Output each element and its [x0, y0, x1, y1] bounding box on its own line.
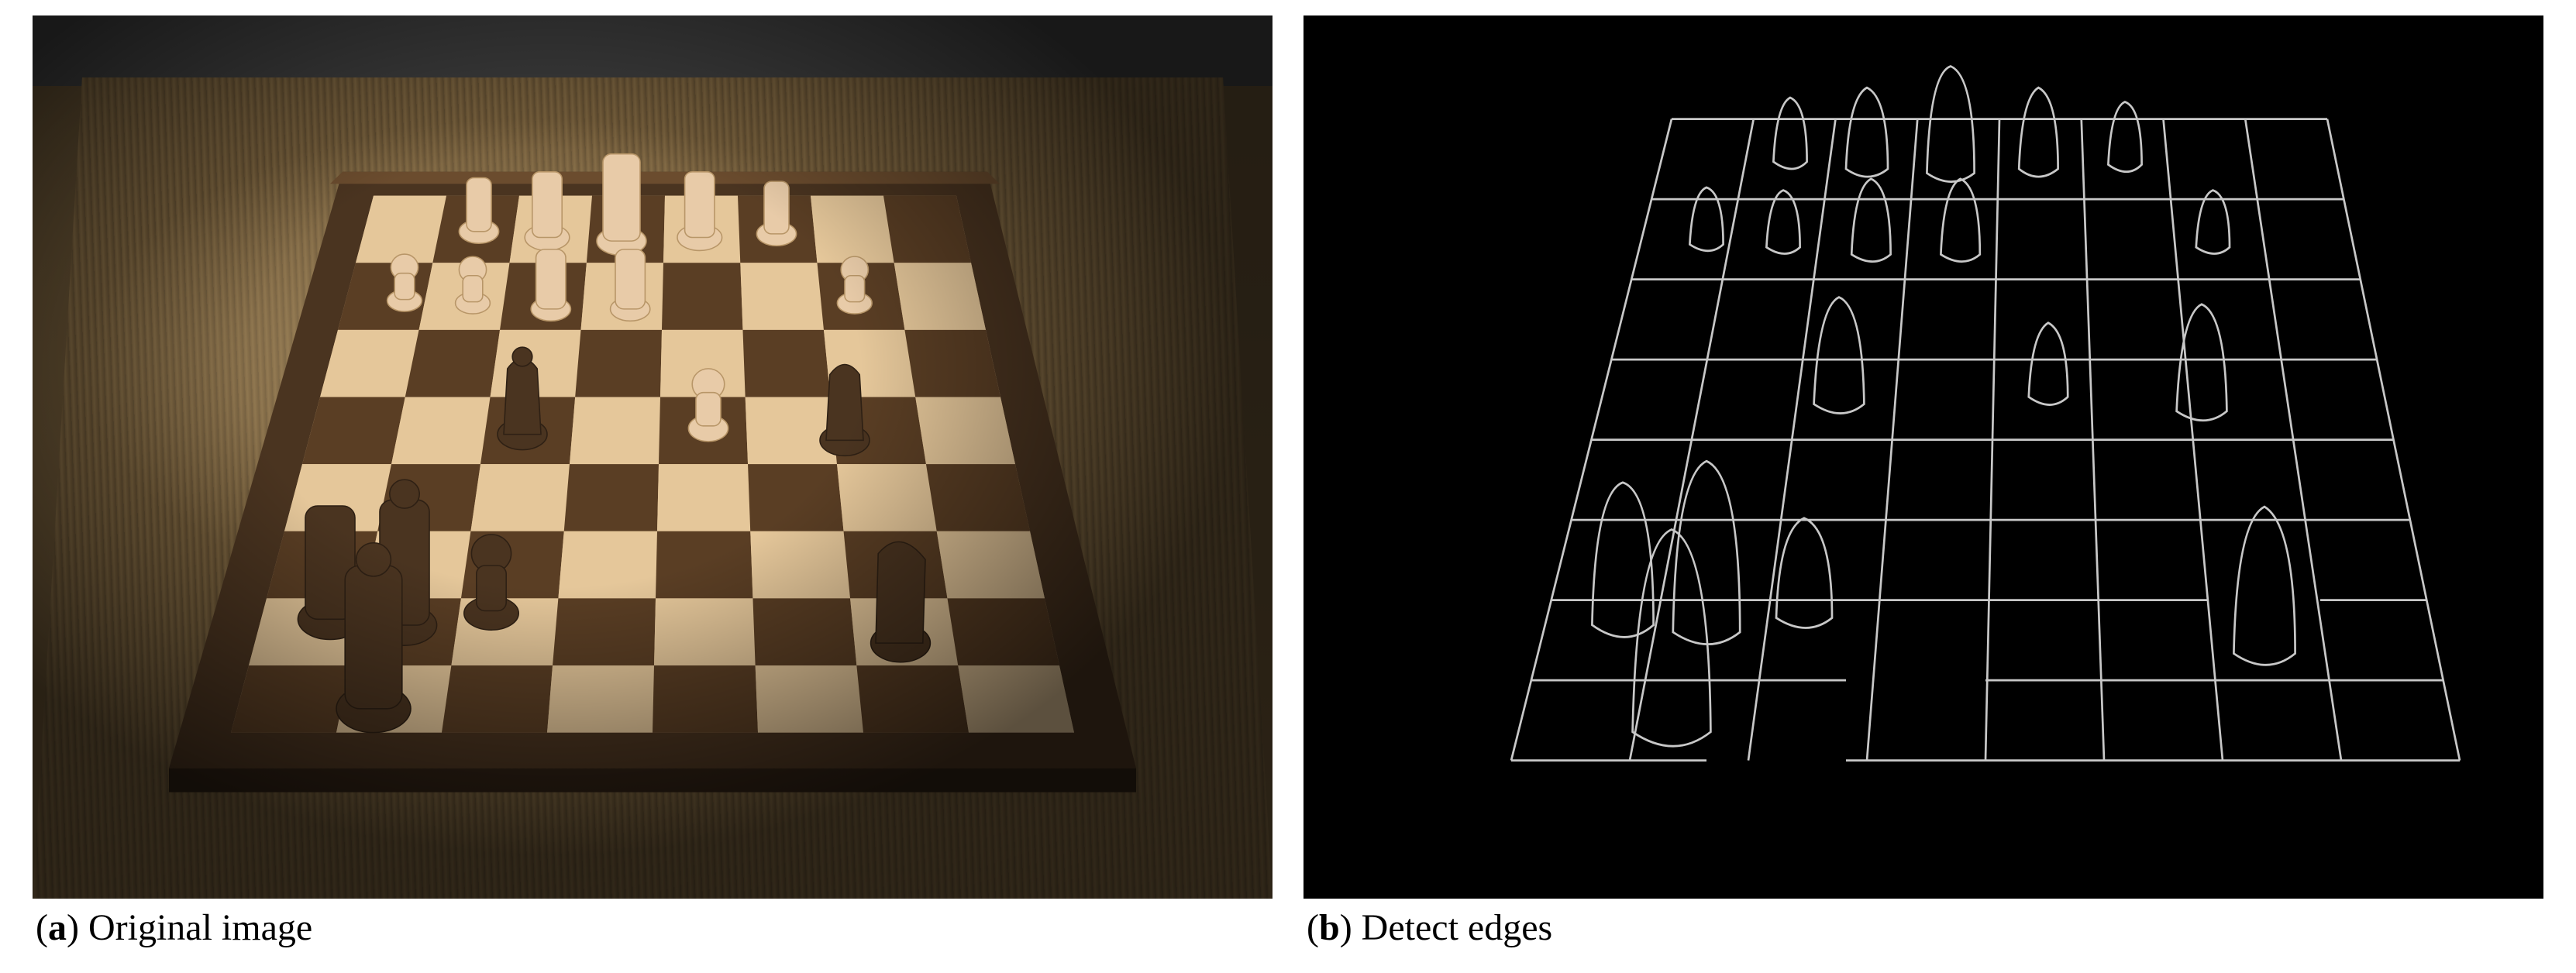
- chessboard-svg: [157, 148, 1149, 828]
- back-wall: [33, 15, 1273, 86]
- panel-original: (a) Original image: [33, 15, 1273, 949]
- caption-prefix: (: [36, 907, 48, 948]
- caption-label: a: [48, 907, 67, 948]
- figure-container: (a) Original image: [15, 15, 2561, 949]
- edge-image: [1303, 15, 2543, 899]
- chessboard: [157, 148, 1149, 828]
- caption-b: (b) Detect edges: [1303, 906, 2543, 949]
- edge-svg: [1303, 15, 2543, 899]
- caption-prefix: (: [1307, 907, 1319, 948]
- original-image: [33, 15, 1273, 899]
- panel-edges: (b) Detect edges: [1303, 15, 2543, 949]
- caption-suffix: ): [1340, 907, 1362, 948]
- caption-text: Original image: [88, 907, 312, 948]
- caption-text: Detect edges: [1362, 907, 1553, 948]
- caption-a: (a) Original image: [33, 906, 1273, 949]
- caption-suffix: ): [67, 907, 88, 948]
- caption-label: b: [1319, 907, 1340, 948]
